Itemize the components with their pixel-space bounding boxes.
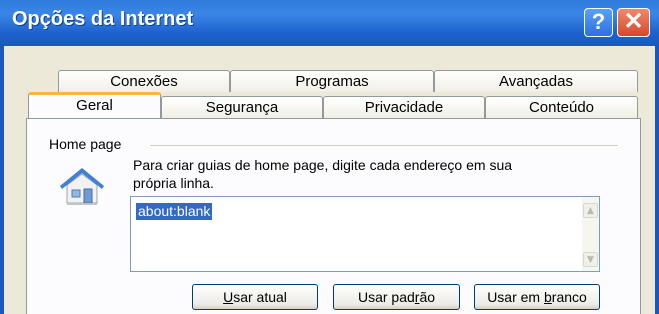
tab-programs[interactable]: Programas [230,70,434,92]
question-icon: ? [591,9,606,34]
home-page-group-label: Home page [49,136,126,152]
scroll-up-button[interactable]: ▲ [583,203,598,218]
use-blank-button[interactable]: Usar em branco [474,284,600,310]
close-icon: ✕ [623,8,644,35]
home-page-description: Para criar guias de home page, digite ca… [133,156,603,192]
help-button[interactable]: ? [584,8,613,37]
tab-content[interactable]: Conteúdo [485,96,638,118]
chevron-up-icon: ▲ [587,206,594,216]
title-bar[interactable]: Opções da Internet ? ✕ [0,0,659,46]
group-divider [150,145,618,146]
description-line-2: própria linha. [133,175,214,191]
textarea-scrollbar[interactable]: ▲ ▼ [582,197,599,271]
tab-privacy[interactable]: Privacidade [323,96,485,118]
use-current-button[interactable]: Usar atual [192,284,318,310]
home-page-textarea[interactable]: about:blank ▲ ▼ [130,196,600,272]
window-frame-right [655,46,659,314]
home-page-value[interactable]: about:blank [136,203,213,220]
chevron-down-icon: ▼ [587,255,594,265]
internet-options-window: Opções da Internet ? ✕ Conexões Programa… [0,0,659,314]
house-icon [60,168,104,205]
window-frame-left [0,46,4,314]
tab-advanced[interactable]: Avançadas [434,70,638,92]
use-default-button[interactable]: Usar padrão [333,284,460,310]
scroll-down-button[interactable]: ▼ [583,252,598,267]
close-button[interactable]: ✕ [617,8,650,37]
tab-security[interactable]: Segurança [161,96,323,118]
window-title: Opções da Internet [12,8,194,30]
tab-connections[interactable]: Conexões [58,70,230,92]
description-line-1: Para criar guias de home page, digite ca… [133,157,513,173]
tab-general[interactable]: Geral [28,92,161,118]
